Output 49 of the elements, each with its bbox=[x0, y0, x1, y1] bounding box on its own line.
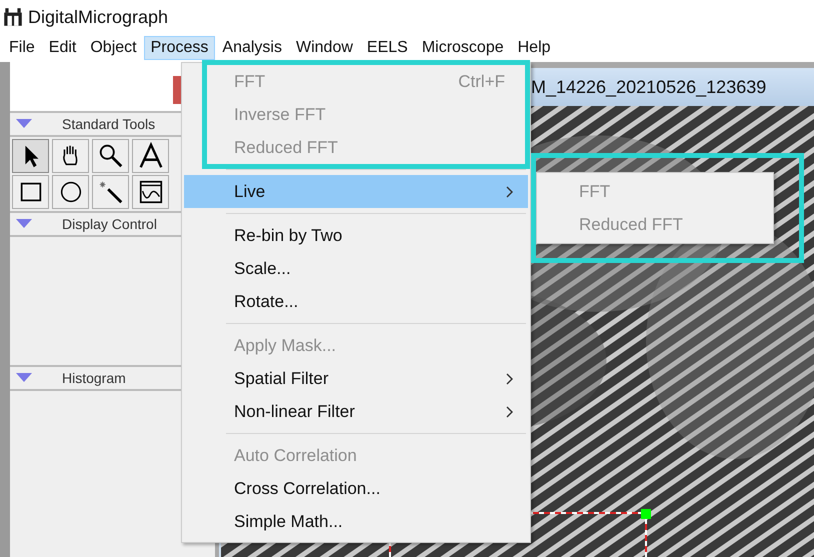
collapse-triangle-icon bbox=[16, 373, 32, 383]
menu-item-label: Simple Math... bbox=[234, 512, 344, 532]
menu-item[interactable]: Window bbox=[288, 36, 360, 60]
menu-item[interactable]: Microscope bbox=[414, 36, 511, 60]
panel-title: Standard Tools bbox=[62, 116, 156, 132]
collapse-triangle-icon bbox=[16, 219, 32, 229]
chevron-right-icon bbox=[506, 186, 514, 198]
menu-item-label: Scale... bbox=[234, 258, 292, 278]
menu-item-label: Spatial Filter bbox=[234, 368, 330, 388]
menu-item[interactable]: Cross Correlation... bbox=[184, 472, 528, 505]
arrow-tool[interactable] bbox=[12, 139, 49, 173]
circle-tool[interactable] bbox=[52, 175, 89, 209]
chevron-right-icon bbox=[506, 406, 514, 418]
menu-item[interactable]: File bbox=[2, 36, 42, 60]
menu-item-label: Auto Correlation bbox=[234, 446, 358, 466]
menu-item[interactable]: Edit bbox=[42, 36, 84, 60]
menu-item[interactable]: Non-linear Filter bbox=[184, 395, 528, 428]
menu-item-label: FFT bbox=[234, 72, 266, 92]
panel-title: Histogram bbox=[62, 370, 126, 386]
window-title: DigitalMicrograph bbox=[28, 6, 168, 28]
menu-item-label: Re-bin by Two bbox=[234, 226, 344, 246]
menu-item-label: Live bbox=[234, 182, 266, 202]
magnifier-tool[interactable] bbox=[92, 139, 129, 173]
wand-tool[interactable] bbox=[92, 175, 129, 209]
collapse-triangle-icon bbox=[16, 119, 32, 129]
menu-item[interactable]: Scale... bbox=[184, 252, 528, 285]
menu-item-label: Non-linear Filter bbox=[234, 402, 356, 422]
menu-item[interactable]: Process bbox=[144, 36, 216, 60]
menu-item-label: Apply Mask... bbox=[234, 336, 338, 356]
menu-item-label: Inverse FFT bbox=[234, 104, 327, 124]
hand-tool[interactable] bbox=[52, 139, 89, 173]
menu-item[interactable]: Analysis bbox=[215, 36, 289, 60]
line-plot-tool[interactable] bbox=[132, 175, 169, 209]
window-fragment bbox=[173, 76, 181, 104]
menu-item[interactable]: Simple Math... bbox=[184, 505, 528, 538]
menu-item[interactable]: Live bbox=[184, 175, 528, 208]
menu-item[interactable]: Help bbox=[510, 36, 558, 60]
image-window-title: M_14226_20210526_123639 bbox=[531, 76, 766, 98]
letter-a-tool[interactable] bbox=[132, 139, 169, 173]
menu-item-label: Rotate... bbox=[234, 292, 300, 312]
shortcut-label: Ctrl+F bbox=[458, 72, 505, 92]
menu-item[interactable]: EELS bbox=[360, 36, 415, 60]
menu-item-label: Reduced FFT bbox=[234, 138, 339, 158]
chevron-right-icon bbox=[506, 372, 514, 384]
menu-item[interactable]: Object bbox=[83, 36, 144, 60]
rectangle-tool[interactable] bbox=[12, 175, 49, 209]
menu-item[interactable]: Rotate... bbox=[184, 285, 528, 318]
panel-title: Display Control bbox=[62, 216, 157, 232]
menu-item-label: Cross Correlation... bbox=[234, 478, 382, 498]
